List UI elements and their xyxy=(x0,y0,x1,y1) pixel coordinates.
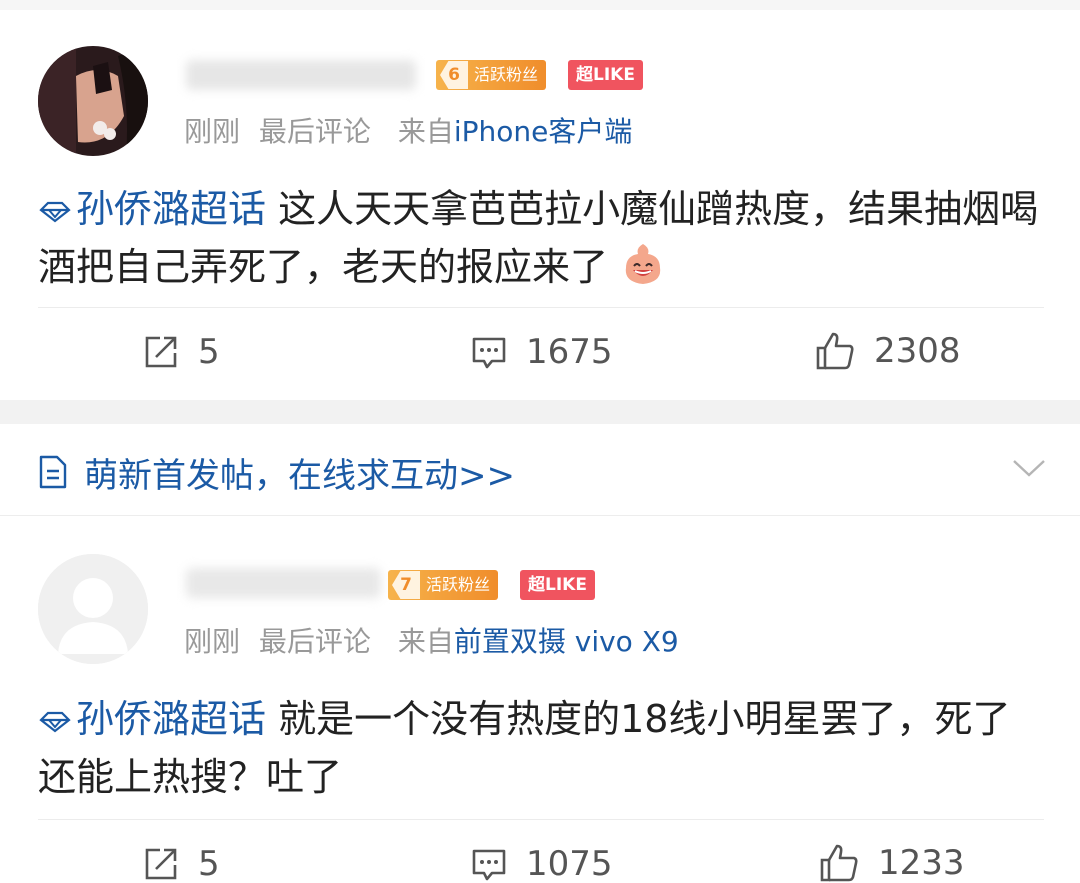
post-meta: 刚刚 最后评论 来自iPhone客户端 xyxy=(184,110,632,150)
repost-icon xyxy=(145,336,177,368)
fan-level-badge[interactable]: 7 活跃粉丝 xyxy=(388,570,499,600)
chevron-down-icon[interactable] xyxy=(1012,458,1046,478)
diamond-icon xyxy=(39,201,71,222)
promo-text[interactable]: 萌新首发帖，在线求互动>> xyxy=(84,448,515,497)
thumbs-up-icon xyxy=(820,844,858,882)
top-separator xyxy=(0,0,1080,10)
post-card-1: 6 活跃粉丝 超LIKE 刚刚 最后评论 来自iPhone客户端 孙侨潞超话 这… xyxy=(0,0,1080,400)
section-separator xyxy=(0,400,1080,424)
avatar[interactable] xyxy=(38,46,148,156)
last-comment-label: 最后评论 xyxy=(258,115,371,148)
comment-icon xyxy=(472,849,506,881)
repost-button[interactable]: 5 xyxy=(142,332,220,372)
comment-button[interactable]: 1075 xyxy=(470,844,613,883)
document-icon xyxy=(39,455,67,489)
super-like-badge[interactable]: 超LIKE xyxy=(568,60,643,90)
last-comment-label: 最后评论 xyxy=(258,625,371,658)
comment-icon xyxy=(472,337,506,369)
post-source[interactable]: iPhone客户端 xyxy=(454,115,633,148)
laughing-emoji-icon xyxy=(625,244,661,284)
post-content: 孙侨潞超话 就是一个没有热度的18线小明星罢了，死了还能上热搜？吐了 xyxy=(38,690,1048,806)
fan-level-label: 活跃粉丝 xyxy=(474,65,539,84)
comment-count: 1675 xyxy=(526,332,613,372)
like-count: 1233 xyxy=(878,843,965,883)
repost-icon xyxy=(145,848,177,880)
fan-level-badge[interactable]: 6 活跃粉丝 xyxy=(436,60,547,90)
username-blurred[interactable] xyxy=(186,568,381,598)
avatar[interactable] xyxy=(38,554,148,664)
divider xyxy=(38,819,1044,820)
divider xyxy=(38,307,1044,308)
post-card-2: 7 活跃粉丝 超LIKE 刚刚 最后评论 来自前置双摄 vivo X9 孙侨潞超… xyxy=(0,518,1080,883)
like-count: 2308 xyxy=(874,331,961,371)
repost-button[interactable]: 5 xyxy=(142,844,220,883)
super-like-badge[interactable]: 超LIKE xyxy=(520,570,595,600)
super-topic-link[interactable]: 孙侨潞超话 xyxy=(38,187,278,231)
post-time: 刚刚 xyxy=(184,625,241,658)
super-topic-link[interactable]: 孙侨潞超话 xyxy=(38,697,278,741)
comment-count: 1075 xyxy=(526,844,613,883)
post-meta: 刚刚 最后评论 来自前置双摄 vivo X9 xyxy=(184,620,679,660)
like-button[interactable]: 1233 xyxy=(818,842,965,883)
post-content: 孙侨潞超话 这人天天拿芭芭拉小魔仙蹭热度，结果抽烟喝酒把自己弄死了，老天的报应来… xyxy=(38,180,1048,296)
post-time: 刚刚 xyxy=(184,115,241,148)
from-label: 来自 xyxy=(397,625,454,658)
from-label: 来自 xyxy=(397,115,454,148)
post-source[interactable]: 前置双摄 vivo X9 xyxy=(454,625,679,658)
fan-level-label: 活跃粉丝 xyxy=(426,575,491,594)
thumbs-up-icon xyxy=(816,332,854,370)
fan-level-number: 7 xyxy=(392,571,420,599)
promo-bar[interactable]: 萌新首发帖，在线求互动>> xyxy=(0,424,1080,516)
comment-button[interactable]: 1675 xyxy=(470,332,613,372)
repost-count: 5 xyxy=(198,332,220,372)
repost-count: 5 xyxy=(198,844,220,883)
username-blurred[interactable] xyxy=(186,60,416,90)
super-topic-name: 孙侨潞超话 xyxy=(76,187,267,231)
super-topic-name: 孙侨潞超话 xyxy=(76,697,267,741)
diamond-icon xyxy=(39,711,71,732)
fan-level-number: 6 xyxy=(440,61,468,89)
like-button[interactable]: 2308 xyxy=(814,330,961,372)
